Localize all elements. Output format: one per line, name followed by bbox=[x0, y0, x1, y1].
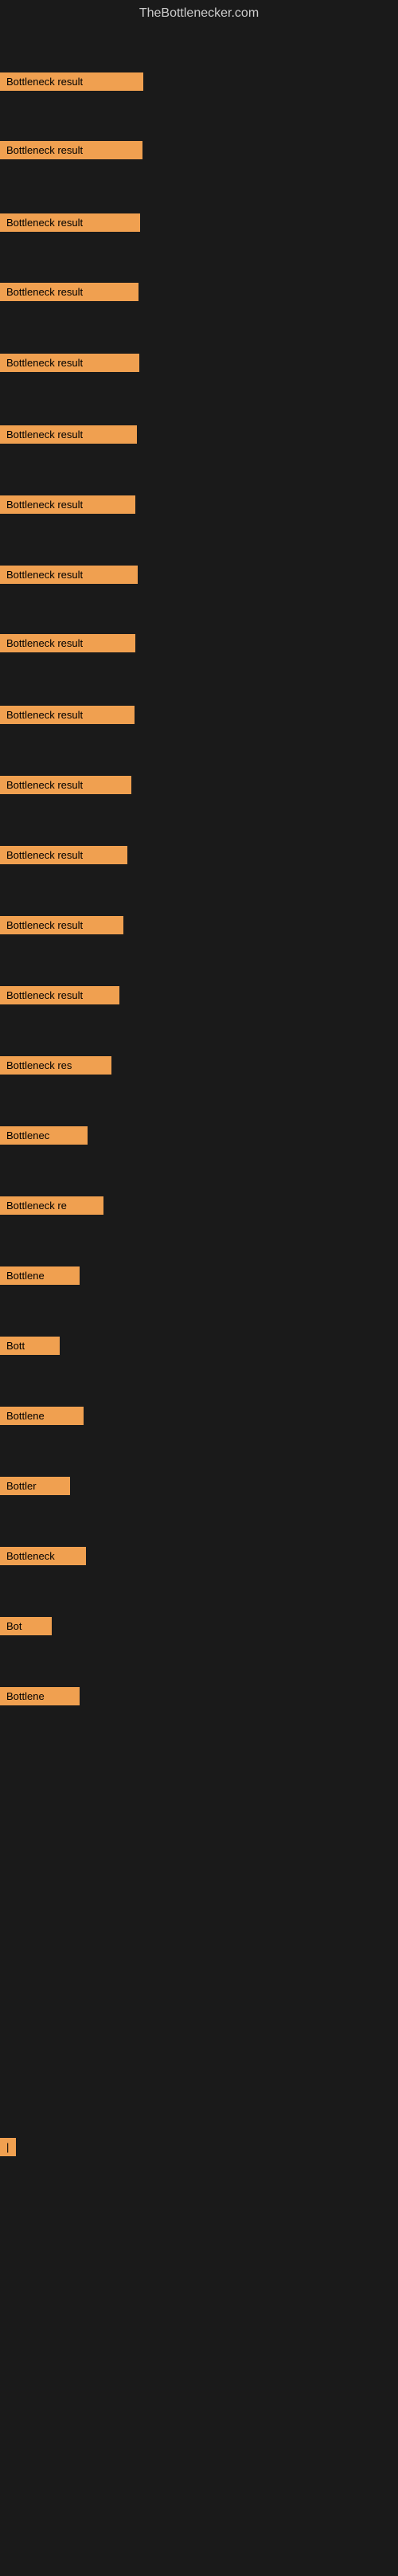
bottleneck-result-item[interactable]: Bottleneck result bbox=[0, 354, 139, 372]
bottleneck-result-item[interactable]: Bottleneck result bbox=[0, 283, 139, 301]
bottleneck-result-item[interactable]: Bottleneck result bbox=[0, 706, 135, 724]
bottleneck-result-item[interactable]: Bottleneck result bbox=[0, 986, 119, 1004]
bottleneck-result-item[interactable]: | bbox=[0, 2138, 16, 2156]
bottleneck-result-item[interactable]: Bottleneck res bbox=[0, 1056, 111, 1075]
bottleneck-result-item[interactable]: Bottlenec bbox=[0, 1126, 88, 1145]
bottleneck-result-item[interactable]: Bott bbox=[0, 1337, 60, 1355]
bottleneck-result-item[interactable]: Bottler bbox=[0, 1477, 70, 1495]
bottleneck-result-item[interactable]: Bottleneck result bbox=[0, 916, 123, 934]
bottleneck-result-item[interactable]: Bottleneck result bbox=[0, 213, 140, 232]
bottleneck-result-item[interactable]: Bottleneck result bbox=[0, 776, 131, 794]
bottleneck-result-item[interactable]: Bottleneck result bbox=[0, 72, 143, 91]
bottleneck-result-item[interactable]: Bottleneck re bbox=[0, 1196, 103, 1215]
bottleneck-result-item[interactable]: Bottlene bbox=[0, 1407, 84, 1425]
bottleneck-result-item[interactable]: Bottlene bbox=[0, 1266, 80, 1285]
site-title: TheBottlenecker.com bbox=[0, 0, 398, 27]
bottleneck-result-item[interactable]: Bottleneck bbox=[0, 1547, 86, 1565]
bottleneck-result-item[interactable]: Bot bbox=[0, 1617, 52, 1635]
bottleneck-result-item[interactable]: Bottleneck result bbox=[0, 425, 137, 444]
bottleneck-result-item[interactable]: Bottleneck result bbox=[0, 566, 138, 584]
bottleneck-result-item[interactable]: Bottleneck result bbox=[0, 634, 135, 652]
bottleneck-result-item[interactable]: Bottleneck result bbox=[0, 846, 127, 864]
bottleneck-result-item[interactable]: Bottlene bbox=[0, 1687, 80, 1705]
bottleneck-result-item[interactable]: Bottleneck result bbox=[0, 141, 142, 159]
bottleneck-result-item[interactable]: Bottleneck result bbox=[0, 495, 135, 514]
